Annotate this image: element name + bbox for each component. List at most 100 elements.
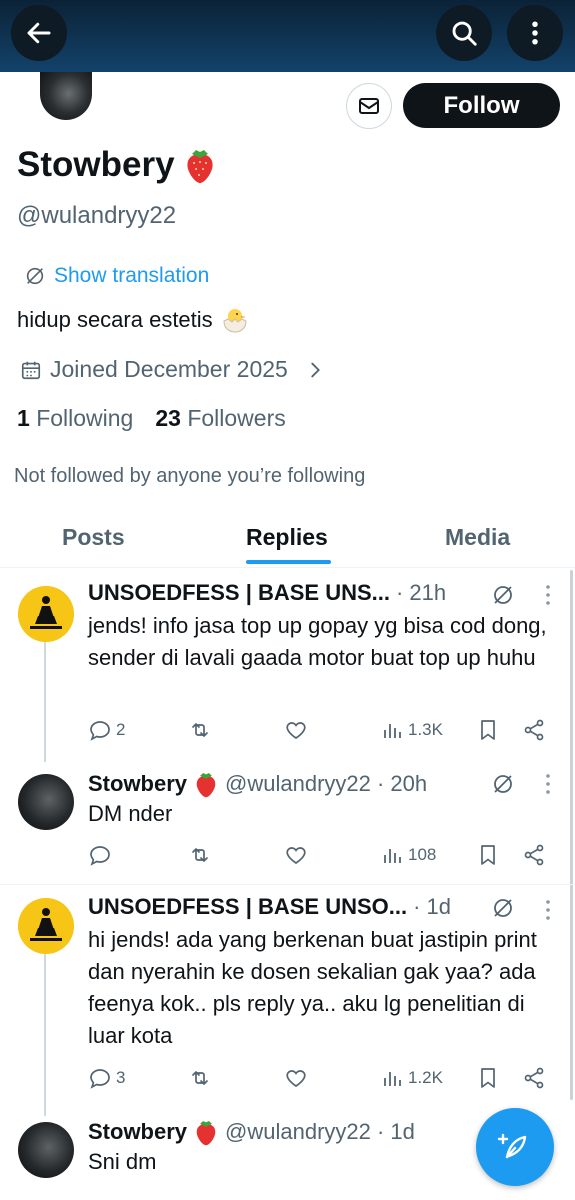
- post-meta: @wulandryy22 · 20h: [225, 771, 428, 796]
- repost-button[interactable]: [188, 718, 212, 742]
- more-options-button[interactable]: [507, 5, 563, 61]
- repost-icon: [192, 723, 208, 737]
- reply-icon: [90, 721, 110, 741]
- heart-icon: [286, 847, 306, 865]
- reply-button[interactable]: 3: [88, 1066, 125, 1090]
- post-actions: 2 1.3K: [88, 718, 548, 746]
- chevron-right-icon: [311, 362, 320, 377]
- views-icon: [384, 724, 401, 738]
- globe-slash-icon: [26, 267, 44, 285]
- grok-icon[interactable]: [491, 896, 515, 920]
- followers-stat[interactable]: 23 Followers: [155, 405, 285, 432]
- heart-icon: [286, 722, 306, 740]
- strawberry-icon: [196, 1120, 216, 1146]
- following-stat[interactable]: 1 Following: [17, 405, 133, 432]
- author-name[interactable]: UNSOEDFESS | BASE UNS...: [88, 580, 390, 606]
- post-more-icon[interactable]: [544, 772, 552, 796]
- post-meta: · 21h: [395, 580, 447, 605]
- like-button[interactable]: [284, 1066, 308, 1090]
- tab-media[interactable]: Media: [445, 524, 510, 551]
- joined-date[interactable]: Joined December 2025: [20, 356, 326, 383]
- compose-post-button[interactable]: [476, 1108, 554, 1186]
- profile-avatar[interactable]: [40, 72, 92, 120]
- heart-icon: [286, 1070, 306, 1088]
- repost-icon: [192, 1071, 208, 1085]
- search-button[interactable]: [436, 5, 492, 61]
- following-label: Following: [36, 405, 134, 431]
- arrow-left-icon: [27, 22, 51, 44]
- view-count: 1.2K: [408, 1068, 443, 1087]
- bookmark-button[interactable]: [476, 843, 500, 867]
- repost-button[interactable]: [188, 843, 212, 867]
- post-meta: · 1d: [413, 894, 452, 919]
- strawberry-icon: [196, 772, 216, 798]
- calendar-icon: [21, 361, 41, 379]
- reply-count: 3: [116, 1068, 126, 1087]
- reply-button[interactable]: [88, 843, 116, 867]
- bookmark-icon: [481, 720, 495, 740]
- message-button[interactable]: [346, 83, 392, 129]
- reply-button[interactable]: 2: [88, 718, 125, 742]
- bookmark-button[interactable]: [476, 1066, 500, 1090]
- show-translation-label[interactable]: Show translation: [54, 264, 209, 288]
- bookmark-icon: [481, 1068, 495, 1088]
- avatar-unsoedfess[interactable]: [18, 586, 74, 642]
- share-icon: [524, 719, 544, 741]
- tab-posts[interactable]: Posts: [62, 524, 125, 551]
- scrollbar[interactable]: [570, 570, 573, 1100]
- share-button[interactable]: [522, 1066, 546, 1090]
- post-more-icon[interactable]: [544, 583, 552, 607]
- display-name-text: Stowbery: [17, 145, 175, 184]
- tab-replies[interactable]: Replies: [246, 524, 328, 551]
- unsoedfess-logo-icon: [18, 898, 74, 954]
- avatar-stowbery[interactable]: [18, 1122, 74, 1178]
- back-button[interactable]: [11, 5, 67, 61]
- avatar-unsoedfess[interactable]: [18, 898, 74, 954]
- post-text: hi jends! ada yang berkenan buat jastipi…: [88, 927, 537, 1048]
- views-button[interactable]: 1.3K: [380, 718, 443, 742]
- more-vertical-icon: [532, 21, 538, 45]
- author-name[interactable]: Stowbery: [88, 1119, 187, 1145]
- post-more-icon[interactable]: [544, 898, 552, 922]
- post-meta: @wulandryy22 · 1d: [225, 1119, 415, 1144]
- unsoedfess-logo-icon: [18, 586, 74, 642]
- repost-icon: [192, 848, 208, 862]
- view-count: 1.3K: [408, 720, 443, 739]
- like-button[interactable]: [284, 718, 308, 742]
- strawberry-icon: [186, 150, 213, 183]
- views-button[interactable]: 1.2K: [380, 1066, 443, 1090]
- author-name[interactable]: Stowbery: [88, 771, 187, 797]
- bookmark-icon: [481, 845, 495, 865]
- bookmark-button[interactable]: [476, 718, 500, 742]
- profile-tabs: Posts Replies Media: [0, 512, 575, 568]
- repost-button[interactable]: [188, 1066, 212, 1090]
- like-button[interactable]: [284, 843, 308, 867]
- post-text: jends! info jasa top up gopay yg bisa co…: [88, 613, 547, 670]
- views-icon: [384, 1072, 401, 1086]
- views-button[interactable]: 108: [380, 843, 436, 867]
- post-header: Stowbery @wulandryy22 · 20h: [88, 770, 427, 798]
- post-header: Stowbery @wulandryy22 · 1d: [88, 1118, 415, 1146]
- share-button[interactable]: [522, 843, 546, 867]
- profile-handle: @wulandryy22: [17, 202, 177, 229]
- share-icon: [524, 844, 544, 866]
- thread-connector: [44, 954, 46, 1116]
- follow-stats: 1 Following 23 Followers: [17, 405, 286, 432]
- thread-divider: [0, 884, 575, 885]
- show-translation-link[interactable]: Show translation: [24, 264, 209, 288]
- author-name[interactable]: UNSOEDFESS | BASE UNSO...: [88, 894, 407, 920]
- share-button[interactable]: [522, 718, 546, 742]
- reply-icon: [90, 1069, 110, 1089]
- followers-count: 23: [155, 405, 181, 431]
- avatar-stowbery[interactable]: [18, 774, 74, 830]
- post-text: DM nder: [88, 801, 173, 826]
- not-followed-note: Not followed by anyone you’re following: [14, 465, 366, 487]
- thread-connector: [44, 640, 46, 762]
- grok-icon[interactable]: [491, 772, 515, 796]
- bio-text: hidup secara estetis: [17, 307, 213, 332]
- follow-button[interactable]: Follow: [403, 83, 560, 128]
- grok-icon[interactable]: [491, 583, 515, 607]
- envelope-icon: [359, 98, 379, 114]
- reply-icon: [90, 846, 110, 866]
- profile-bio: hidup secara estetis: [17, 307, 249, 333]
